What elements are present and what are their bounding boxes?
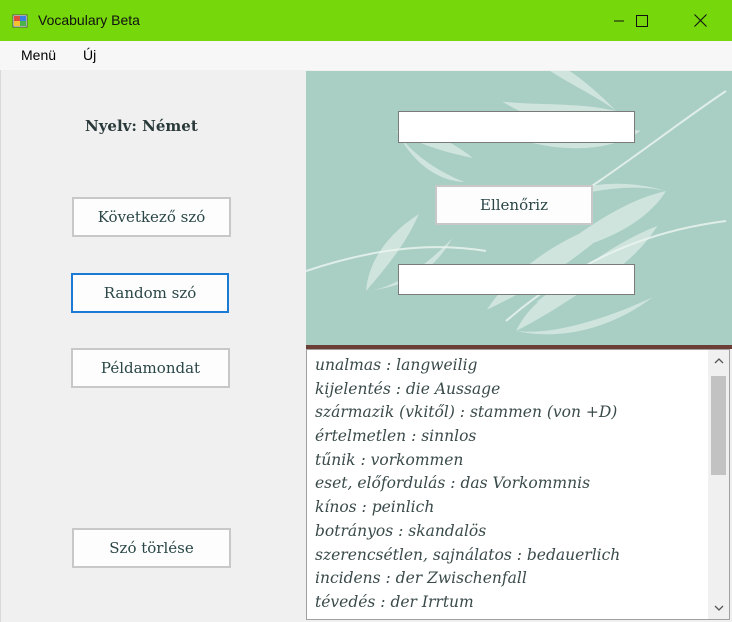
next-word-button[interactable]: Következő szó	[72, 197, 231, 237]
list-item[interactable]: tűnik : vorkommen	[307, 449, 729, 473]
title-bar: Vocabulary Beta	[0, 0, 732, 41]
close-icon	[693, 14, 707, 27]
language-label: Nyelv: Német	[85, 117, 198, 135]
list-item[interactable]: eset, előfordulás : das Vorkommnis	[307, 472, 729, 496]
list-item[interactable]: botrányos : skandalös	[307, 520, 729, 544]
list-item[interactable]: szerencsétlen, sajnálatos : bedauerlich	[307, 544, 729, 568]
vertical-scrollbar[interactable]	[708, 350, 729, 619]
maximize-icon	[636, 14, 648, 27]
maximize-button[interactable]	[619, 0, 665, 41]
list-item[interactable]: kijelentés : die Aussage	[307, 378, 729, 402]
word-list[interactable]: unalmas : langweilig kijelentés : die Au…	[306, 349, 730, 620]
scroll-up-button[interactable]	[708, 350, 729, 372]
list-item[interactable]: származik (vkitől) : stammen (von +D)	[307, 401, 729, 425]
scroll-thumb[interactable]	[711, 376, 726, 475]
result-input[interactable]	[398, 264, 635, 295]
list-item[interactable]: kínos : peinlich	[307, 496, 729, 520]
menu-bar: Menü Új	[0, 41, 732, 70]
menu-item-menu[interactable]: Menü	[21, 47, 56, 63]
list-item[interactable]: incidens : der Zwischenfall	[307, 567, 729, 591]
menu-item-new[interactable]: Új	[83, 47, 96, 63]
app-icon	[12, 14, 28, 28]
check-button[interactable]: Ellenőriz	[435, 185, 593, 225]
chevron-down-icon	[714, 605, 723, 611]
list-item[interactable]: értelmetlen : sinnlos	[307, 425, 729, 449]
close-button[interactable]	[677, 0, 723, 41]
list-item[interactable]: tévedés : der Irrtum	[307, 591, 729, 615]
answer-input[interactable]	[398, 111, 635, 143]
random-word-button[interactable]: Random szó	[71, 273, 229, 313]
list-item[interactable]: unalmas : langweilig	[307, 354, 729, 378]
chevron-up-icon	[714, 358, 723, 364]
delete-word-button[interactable]: Szó törlése	[72, 528, 231, 568]
example-sentence-button[interactable]: Példamondat	[71, 348, 230, 388]
scroll-down-button[interactable]	[708, 597, 729, 619]
window-title: Vocabulary Beta	[38, 12, 140, 28]
